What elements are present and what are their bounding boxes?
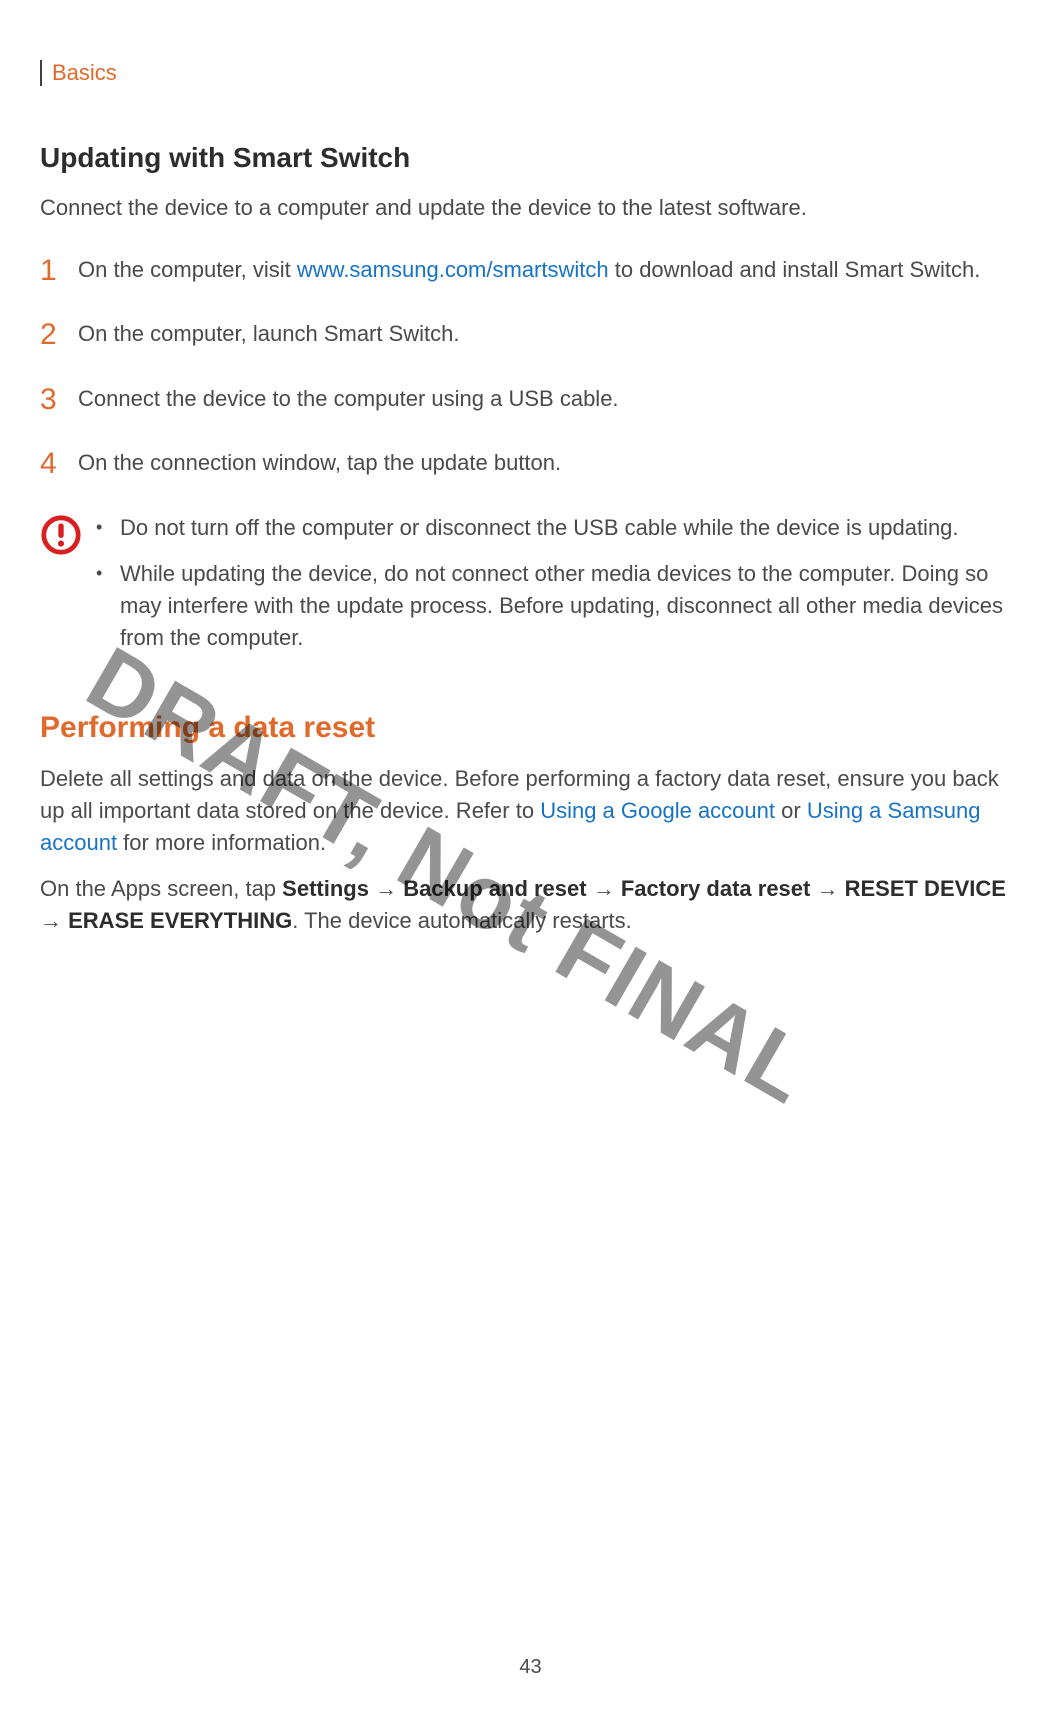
arrow: → bbox=[810, 876, 844, 901]
page-number: 43 bbox=[0, 1656, 1061, 1679]
path-settings: Settings bbox=[282, 876, 369, 901]
step-4: 4 On the connection window, tap the upda… bbox=[40, 447, 1021, 482]
p1-b: or bbox=[775, 798, 807, 823]
step-text: Connect the device to the computer using… bbox=[78, 383, 1021, 415]
step-2: 2 On the computer, launch Smart Switch. bbox=[40, 318, 1021, 353]
reset-paragraph-2: On the Apps screen, tap Settings → Backu… bbox=[40, 873, 1021, 937]
arrow: → bbox=[369, 876, 403, 901]
caution-box: • Do not turn off the computer or discon… bbox=[40, 512, 1021, 668]
path-erase-everything: ERASE EVERYTHING bbox=[68, 908, 292, 933]
step-text: On the computer, launch Smart Switch. bbox=[78, 318, 1021, 350]
arrow: → bbox=[587, 876, 621, 901]
caution-item: • While updating the device, do not conn… bbox=[96, 558, 1021, 654]
header-bar: Basics bbox=[40, 60, 1021, 86]
step-number: 4 bbox=[40, 447, 78, 482]
caution-item: • Do not turn off the computer or discon… bbox=[96, 512, 1021, 544]
page: Basics Updating with Smart Switch Connec… bbox=[0, 0, 1061, 1719]
steps-list: 1 On the computer, visit www.samsung.com… bbox=[40, 254, 1021, 482]
heading-updating: Updating with Smart Switch bbox=[40, 142, 1021, 174]
step-text: On the connection window, tap the update… bbox=[78, 447, 1021, 479]
caution-icon-wrap bbox=[40, 512, 96, 561]
p1-c: for more information. bbox=[117, 830, 326, 855]
step-text-post: to download and install Smart Switch. bbox=[609, 257, 981, 282]
caution-icon bbox=[40, 543, 82, 560]
caution-text: While updating the device, do not connec… bbox=[120, 558, 1021, 654]
step-text: On the computer, visit www.samsung.com/s… bbox=[78, 254, 1021, 286]
path-backup-reset: Backup and reset bbox=[403, 876, 586, 901]
path-factory-reset: Factory data reset bbox=[621, 876, 811, 901]
step-number: 1 bbox=[40, 254, 78, 289]
step-number: 3 bbox=[40, 383, 78, 418]
intro-text: Connect the device to a computer and upd… bbox=[40, 192, 1021, 224]
step-text-pre: On the computer, visit bbox=[78, 257, 297, 282]
smartswitch-link[interactable]: www.samsung.com/smartswitch bbox=[297, 257, 609, 282]
section-label: Basics bbox=[52, 60, 117, 85]
p2-a: On the Apps screen, tap bbox=[40, 876, 282, 901]
google-account-link[interactable]: Using a Google account bbox=[540, 798, 775, 823]
bullet-dot-icon: • bbox=[96, 512, 120, 543]
step-number: 2 bbox=[40, 318, 78, 353]
p2-c: . The device automatically restarts. bbox=[292, 908, 632, 933]
caution-list: • Do not turn off the computer or discon… bbox=[96, 512, 1021, 668]
bullet-dot-icon: • bbox=[96, 558, 120, 589]
caution-text: Do not turn off the computer or disconne… bbox=[120, 512, 1021, 544]
heading-reset: Performing a data reset bbox=[40, 711, 1021, 745]
arrow: → bbox=[40, 908, 68, 933]
step-3: 3 Connect the device to the computer usi… bbox=[40, 383, 1021, 418]
step-1: 1 On the computer, visit www.samsung.com… bbox=[40, 254, 1021, 289]
path-reset-device: RESET DEVICE bbox=[845, 876, 1006, 901]
reset-paragraph-1: Delete all settings and data on the devi… bbox=[40, 763, 1021, 859]
